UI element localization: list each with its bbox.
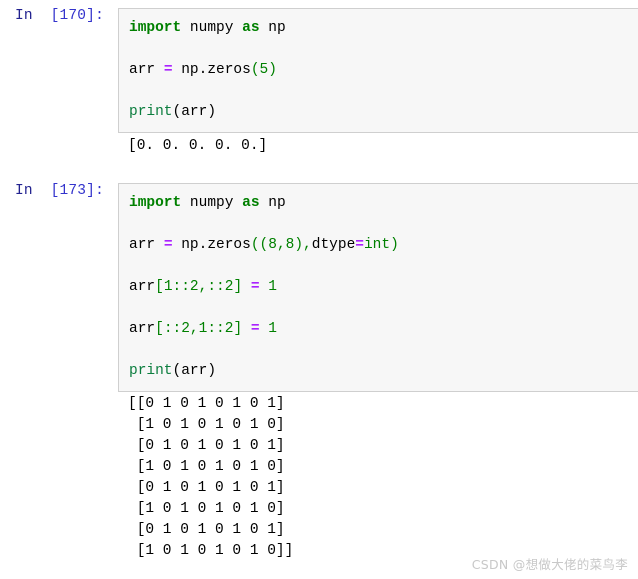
output-line: [0 1 0 1 0 1 0 1] xyxy=(128,480,285,496)
output-line: [1 0 1 0 1 0 1 0] xyxy=(128,501,285,517)
code-token: (( xyxy=(250,237,269,253)
code-token: arr xyxy=(129,321,156,337)
code-token: ) xyxy=(268,62,277,78)
code-token: dtype xyxy=(311,237,356,253)
code-token: ) xyxy=(390,237,399,253)
code-line: arr[::2,1::2] = 1 xyxy=(129,319,638,340)
code-token: np xyxy=(259,20,286,36)
code-token: int xyxy=(363,237,391,253)
code-token: , xyxy=(276,237,286,253)
code-token: arr xyxy=(129,237,164,253)
output-line: [[0 1 0 1 0 1 0 1] xyxy=(128,396,285,412)
code-token: = xyxy=(250,321,260,337)
code-token: ] xyxy=(233,321,243,337)
code-token: 1 xyxy=(163,279,173,295)
code-line: import numpy as np xyxy=(129,193,638,214)
prompt-in-label: In xyxy=(14,8,33,24)
code-line: arr = np.zeros((8,8),dtype=int) xyxy=(129,235,638,256)
code-token: 5 xyxy=(259,62,269,78)
code-token: 8 xyxy=(268,237,277,253)
code-token: 2 xyxy=(189,279,199,295)
code-token: ] xyxy=(233,279,243,295)
code-token: = xyxy=(355,237,364,253)
code-token: [ xyxy=(155,279,164,295)
cell-output-area: [0. 0. 0. 0. 0.] xyxy=(118,136,638,157)
code-token: np.zeros xyxy=(172,237,251,253)
code-line: arr[1::2,::2] = 1 xyxy=(129,277,638,298)
code-token: numpy xyxy=(181,195,243,211)
code-line: print(arr) xyxy=(129,102,638,123)
code-token: :: xyxy=(207,279,225,295)
code-token: :: xyxy=(172,279,190,295)
code-token: :: xyxy=(207,321,225,337)
prompt-execution-count: [173]: xyxy=(50,183,104,199)
code-token: arr xyxy=(129,279,156,295)
code-token: = xyxy=(163,62,173,78)
code-line: import numpy as np xyxy=(129,18,638,39)
code-line: arr = np.zeros(5) xyxy=(129,60,638,81)
csdn-watermark: CSDN @想做大佬的菜鸟李 xyxy=(471,557,628,572)
prompt-in-label: In xyxy=(14,183,33,199)
output-line: [0 1 0 1 0 1 0 1] xyxy=(128,438,285,454)
code-token: import xyxy=(129,20,182,36)
code-token: np xyxy=(259,195,286,211)
code-input-area[interactable]: import numpy as np arr = np.zeros(5) pri… xyxy=(118,8,638,133)
notebook-container: In [170]: import numpy as np arr = np.ze… xyxy=(0,0,638,579)
code-token: np.zeros xyxy=(172,62,251,78)
code-token: 2 xyxy=(181,321,190,337)
cell-output-area: [[0 1 0 1 0 1 0 1] [1 0 1 0 1 0 1 0] [0 … xyxy=(118,394,638,562)
output-line: [0 1 0 1 0 1 0 1] xyxy=(128,522,285,538)
code-line: print(arr) xyxy=(129,361,638,382)
prompt-execution-count: [170]: xyxy=(50,8,104,24)
code-input-area[interactable]: import numpy as np arr = np.zeros((8,8),… xyxy=(118,183,638,392)
code-token: :: xyxy=(163,321,182,337)
output-line: [1 0 1 0 1 0 1 0] xyxy=(128,459,285,475)
code-token: (arr) xyxy=(172,363,217,379)
cell-prompt-in[interactable]: In [173]: xyxy=(0,183,104,199)
code-token: ), xyxy=(294,237,312,253)
code-token: [ xyxy=(155,321,164,337)
code-token: (arr) xyxy=(172,104,217,120)
code-token: as xyxy=(242,20,260,36)
code-token: arr xyxy=(129,62,164,78)
code-token: print xyxy=(129,363,173,379)
code-token: 1 xyxy=(268,321,277,337)
output-line: [1 0 1 0 1 0 1 0] xyxy=(128,417,285,433)
code-token: ( xyxy=(250,62,260,78)
output-line: [0. 0. 0. 0. 0.] xyxy=(128,138,268,154)
code-token: print xyxy=(129,104,173,120)
code-token: as xyxy=(242,195,260,211)
code-token: import xyxy=(129,195,182,211)
code-token: numpy xyxy=(181,20,243,36)
cell-prompt-in[interactable]: In [170]: xyxy=(0,8,104,24)
code-token: = xyxy=(163,237,173,253)
code-token: 1 xyxy=(268,279,277,295)
code-token: , xyxy=(189,321,199,337)
code-token: = xyxy=(250,279,260,295)
